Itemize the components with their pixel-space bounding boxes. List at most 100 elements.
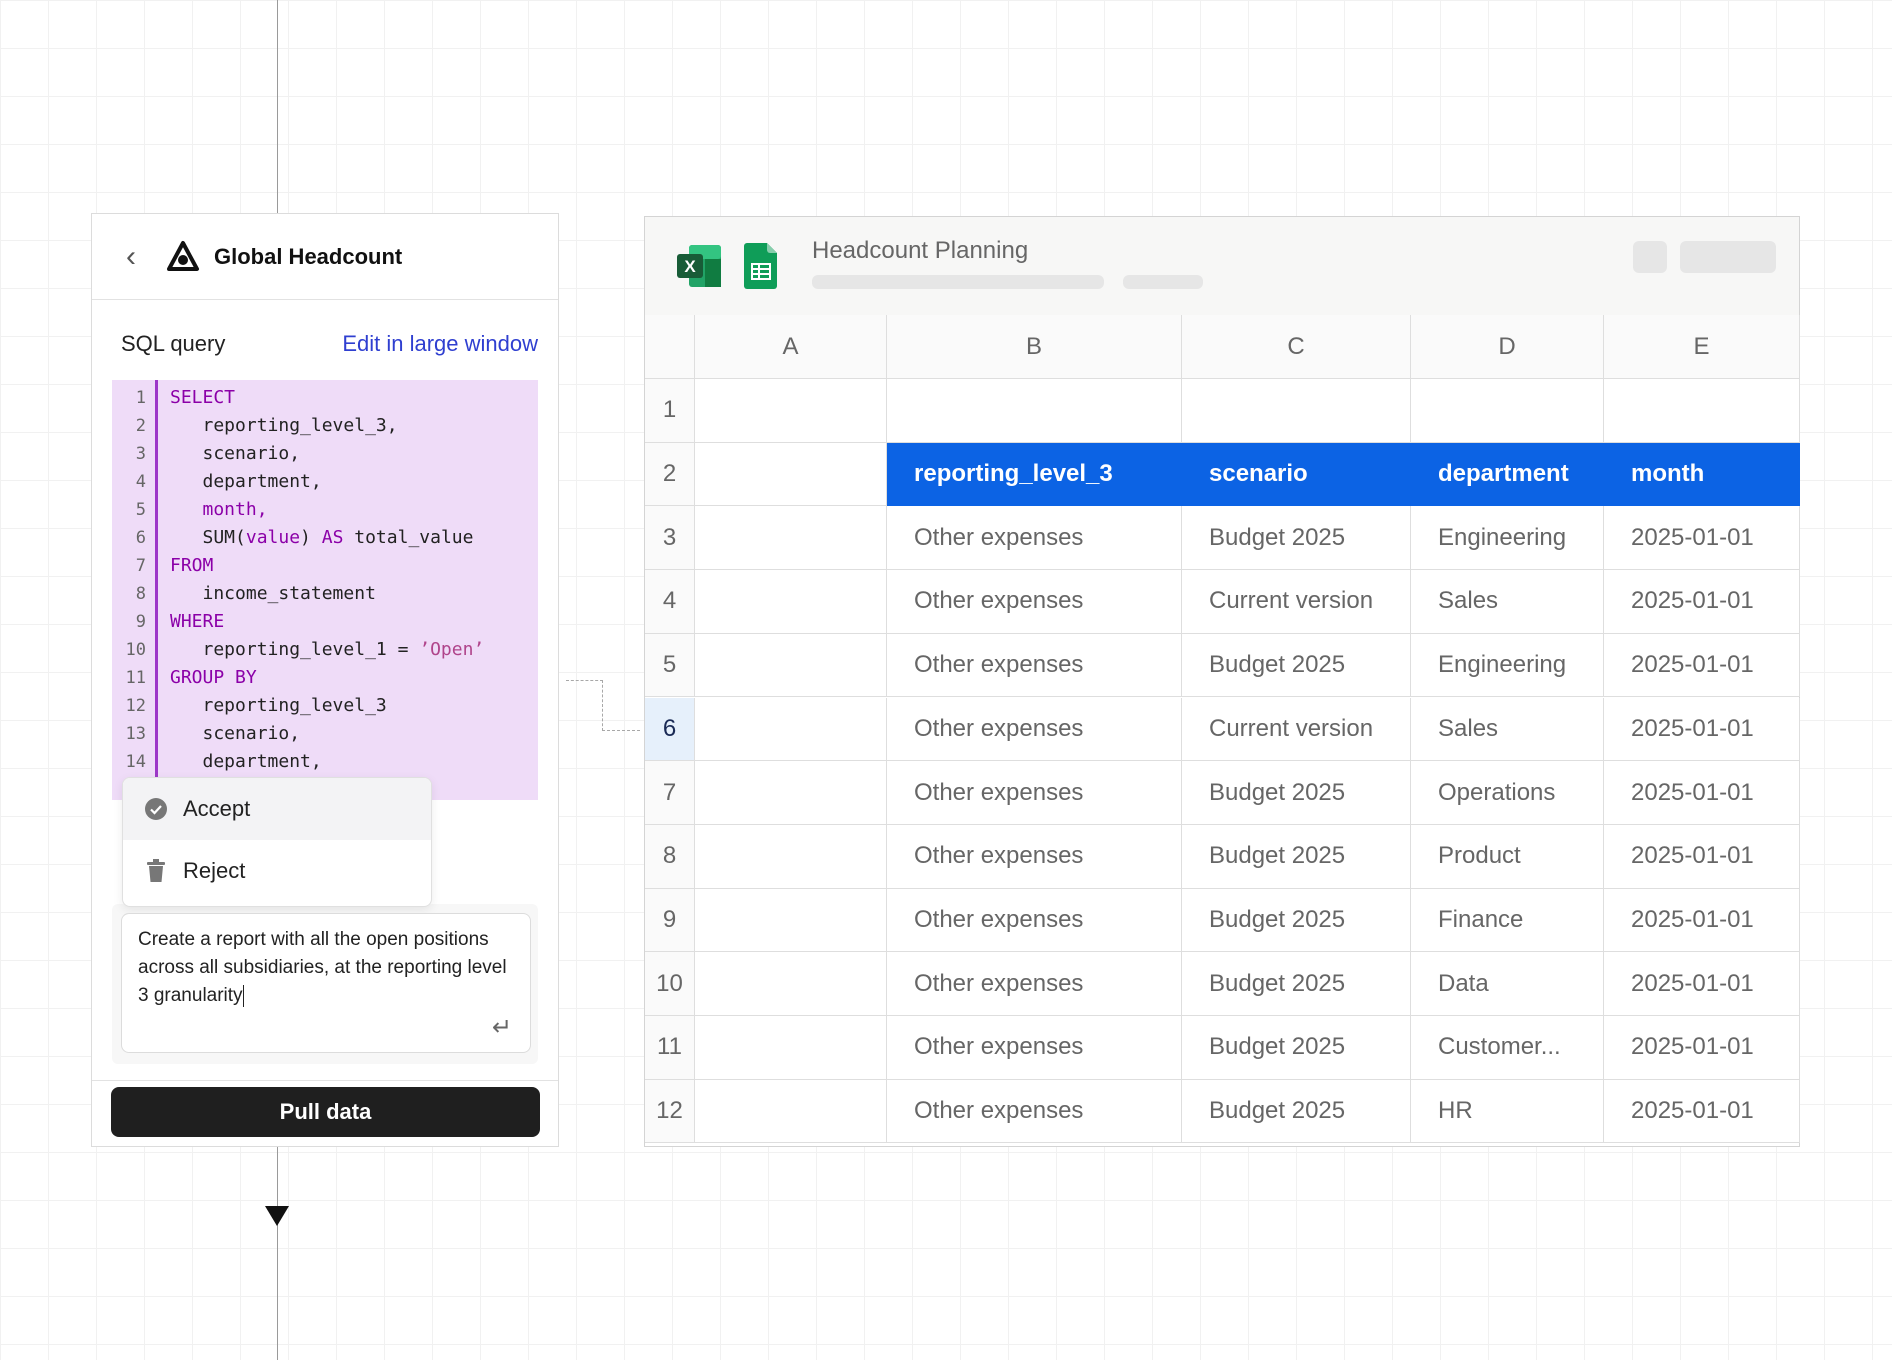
table-cell[interactable]: 2025-01-01 bbox=[1604, 506, 1800, 571]
row-number[interactable]: 11 bbox=[645, 1016, 695, 1080]
column-header[interactable]: D bbox=[1411, 315, 1604, 379]
table-cell[interactable]: Other expenses bbox=[887, 1079, 1182, 1144]
empty-cell[interactable] bbox=[1604, 379, 1800, 443]
cell-a[interactable] bbox=[695, 570, 887, 634]
table-cell[interactable]: Budget 2025 bbox=[1182, 888, 1411, 953]
row-number[interactable]: 5 bbox=[645, 633, 695, 698]
cell-a[interactable] bbox=[695, 506, 887, 571]
code-token: department, bbox=[170, 751, 322, 772]
spreadsheet-title: Headcount Planning bbox=[812, 237, 1029, 264]
empty-cell[interactable] bbox=[887, 379, 1182, 443]
table-cell[interactable]: Other expenses bbox=[887, 888, 1182, 953]
row-number[interactable]: 12 bbox=[645, 1079, 695, 1144]
row-number[interactable]: 8 bbox=[645, 824, 695, 889]
column-header[interactable]: A bbox=[695, 315, 887, 379]
table-cell[interactable]: Other expenses bbox=[887, 1016, 1182, 1080]
row-number[interactable]: 7 bbox=[645, 761, 695, 825]
reject-label: Reject bbox=[183, 858, 246, 883]
table-header-cell[interactable]: month bbox=[1604, 442, 1800, 507]
table-cell[interactable]: Current version bbox=[1182, 697, 1411, 762]
toolbar-placeholder-button[interactable] bbox=[1633, 241, 1667, 273]
row-number[interactable]: 1 bbox=[645, 379, 695, 443]
table-cell[interactable]: Operations bbox=[1411, 761, 1604, 825]
row-number[interactable]: 3 bbox=[645, 506, 695, 571]
table-header-cell[interactable]: reporting_level_3 bbox=[887, 442, 1182, 507]
table-cell[interactable]: Budget 2025 bbox=[1182, 506, 1411, 571]
table-cell[interactable]: 2025-01-01 bbox=[1604, 570, 1800, 634]
table-cell[interactable]: Current version bbox=[1182, 570, 1411, 634]
table-cell[interactable]: Data bbox=[1411, 952, 1604, 1016]
sql-code-editor[interactable]: 1 SELECT 2 reporting_level_3, 3 scenario, 4 … bbox=[112, 380, 538, 800]
table-cell[interactable]: Engineering bbox=[1411, 633, 1604, 698]
cell-a[interactable] bbox=[695, 697, 887, 762]
cell-a[interactable] bbox=[695, 1016, 887, 1080]
table-cell[interactable]: 2025-01-01 bbox=[1604, 952, 1800, 1016]
table-cell[interactable]: Other expenses bbox=[887, 761, 1182, 825]
table-cell[interactable]: 2025-01-01 bbox=[1604, 633, 1800, 698]
row-number[interactable]: 2 bbox=[645, 442, 695, 507]
code-text: WHERE bbox=[170, 608, 224, 636]
google-sheets-icon bbox=[744, 243, 777, 289]
column-header[interactable]: E bbox=[1604, 315, 1800, 379]
table-cell[interactable]: 2025-01-01 bbox=[1604, 824, 1800, 889]
table-cell[interactable]: 2025-01-01 bbox=[1604, 888, 1800, 953]
row-number[interactable]: 6 bbox=[645, 697, 695, 762]
cell-a[interactable] bbox=[695, 824, 887, 889]
table-cell[interactable]: Other expenses bbox=[887, 570, 1182, 634]
table-cell[interactable]: Other expenses bbox=[887, 633, 1182, 698]
table-header-cell[interactable]: department bbox=[1411, 442, 1604, 507]
line-number: 3 bbox=[135, 444, 146, 464]
column-header[interactable]: C bbox=[1182, 315, 1411, 379]
table-cell[interactable]: Product bbox=[1411, 824, 1604, 889]
column-header[interactable]: B bbox=[887, 315, 1182, 379]
cell-a[interactable] bbox=[695, 888, 887, 953]
cell-a[interactable] bbox=[695, 761, 887, 825]
placeholder-bar bbox=[1123, 275, 1203, 289]
table-cell[interactable]: Sales bbox=[1411, 697, 1604, 762]
empty-cell[interactable] bbox=[1182, 379, 1411, 443]
table-cell[interactable]: Customer... bbox=[1411, 1016, 1604, 1080]
table-cell[interactable]: Budget 2025 bbox=[1182, 761, 1411, 825]
pull-data-button[interactable]: Pull data bbox=[111, 1087, 540, 1137]
table-cell[interactable]: Other expenses bbox=[887, 952, 1182, 1016]
row-number[interactable]: 9 bbox=[645, 888, 695, 953]
accept-label: Accept bbox=[183, 796, 251, 821]
table-cell[interactable]: Budget 2025 bbox=[1182, 952, 1411, 1016]
line-number: 1 bbox=[135, 388, 146, 408]
cell-a[interactable] bbox=[695, 442, 887, 507]
cell-a[interactable] bbox=[695, 379, 887, 443]
toolbar-placeholder-button[interactable] bbox=[1680, 241, 1776, 273]
reject-button[interactable]: Reject bbox=[123, 840, 431, 902]
code-line: 4 department, bbox=[112, 468, 322, 496]
table-cell[interactable]: HR bbox=[1411, 1079, 1604, 1144]
cell-a[interactable] bbox=[695, 1079, 887, 1144]
table-cell[interactable]: 2025-01-01 bbox=[1604, 1016, 1800, 1080]
table-cell[interactable]: 2025-01-01 bbox=[1604, 1079, 1800, 1144]
code-text: reporting_level_3, bbox=[170, 412, 398, 440]
empty-cell[interactable] bbox=[1411, 379, 1604, 443]
table-cell[interactable]: Other expenses bbox=[887, 506, 1182, 571]
cell-a[interactable] bbox=[695, 633, 887, 698]
table-cell[interactable]: Other expenses bbox=[887, 697, 1182, 762]
prompt-input[interactable]: Create a report with all the open positi… bbox=[121, 913, 531, 1053]
table-cell[interactable]: 2025-01-01 bbox=[1604, 697, 1800, 762]
code-line: 8 income_statement bbox=[112, 580, 376, 608]
table-cell[interactable]: 2025-01-01 bbox=[1604, 761, 1800, 825]
table-cell[interactable]: Finance bbox=[1411, 888, 1604, 953]
edit-in-large-window-link[interactable]: Edit in large window bbox=[342, 331, 538, 357]
table-cell[interactable]: Sales bbox=[1411, 570, 1604, 634]
back-chevron-icon[interactable]: ‹ bbox=[126, 240, 166, 274]
row-number[interactable]: 4 bbox=[645, 570, 695, 634]
flow-connector-bottom bbox=[277, 1147, 278, 1360]
table-cell[interactable]: Budget 2025 bbox=[1182, 1079, 1411, 1144]
table-cell[interactable]: Other expenses bbox=[887, 824, 1182, 889]
row-number[interactable]: 10 bbox=[645, 952, 695, 1016]
accept-button[interactable]: Accept bbox=[123, 778, 431, 840]
table-header-cell[interactable]: scenario bbox=[1182, 442, 1411, 507]
table-cell[interactable]: Budget 2025 bbox=[1182, 1016, 1411, 1080]
enter-return-icon[interactable]: ↵ bbox=[492, 1014, 512, 1042]
table-cell[interactable]: Budget 2025 bbox=[1182, 633, 1411, 698]
table-cell[interactable]: Budget 2025 bbox=[1182, 824, 1411, 889]
table-cell[interactable]: Engineering bbox=[1411, 506, 1604, 571]
cell-a[interactable] bbox=[695, 952, 887, 1016]
